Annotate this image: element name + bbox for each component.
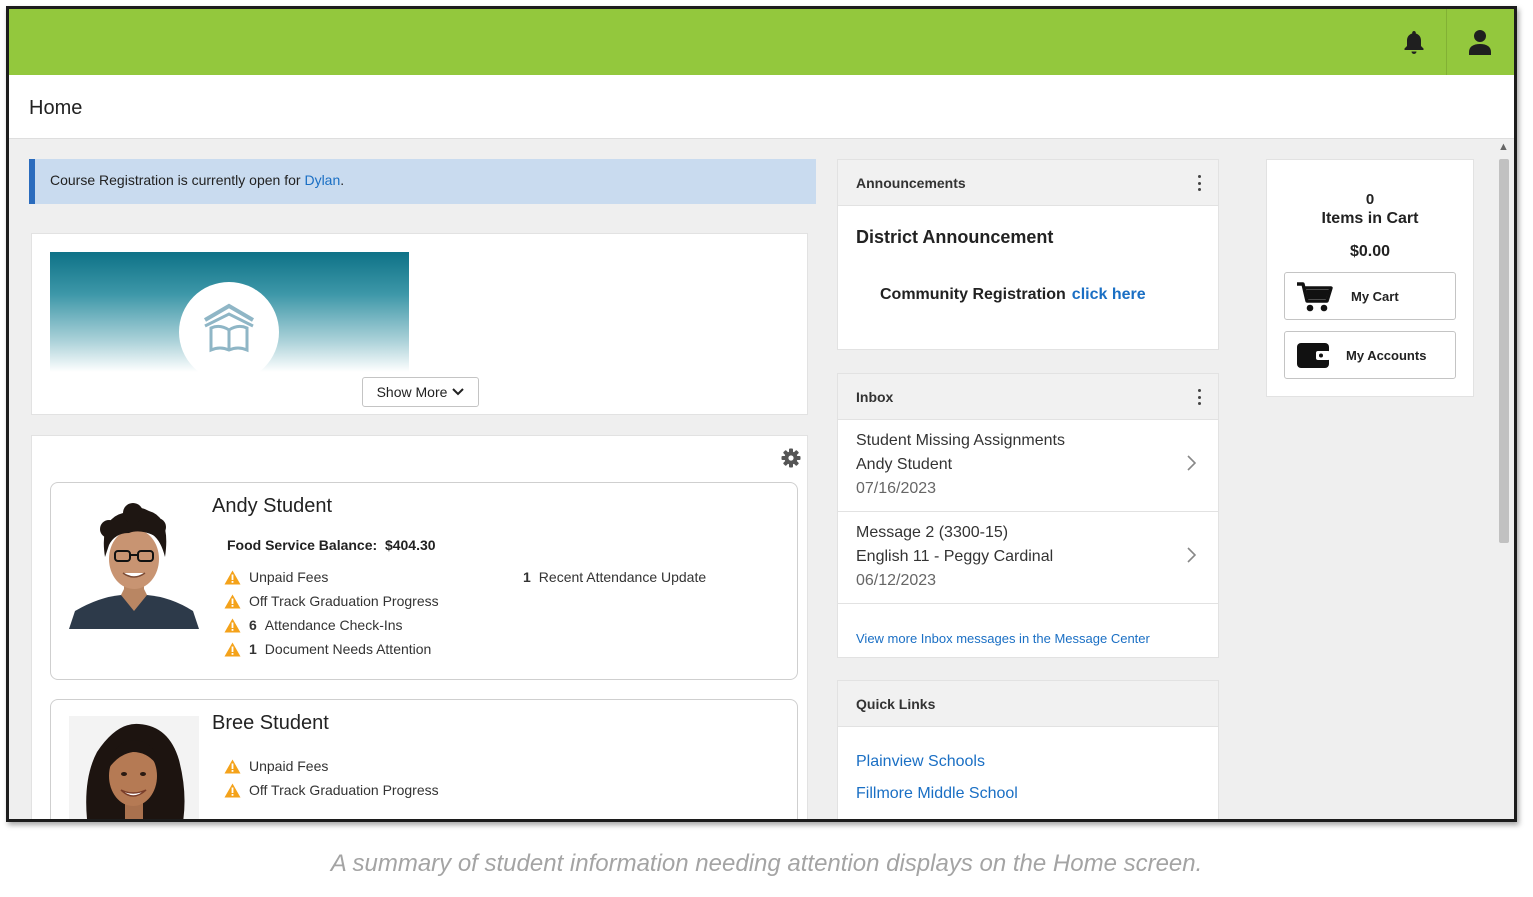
message-date: 06/12/2023 bbox=[856, 572, 937, 589]
quick-links-header-label: Quick Links bbox=[856, 696, 936, 712]
students-card: Andy Student Food Service Balance: $404.… bbox=[31, 435, 808, 819]
title-bar: Home bbox=[9, 75, 1514, 139]
warning-icon bbox=[224, 570, 241, 584]
app-window: Home ▲ Course Registration is currently … bbox=[6, 6, 1517, 822]
alert-text: Document Needs Attention bbox=[264, 641, 432, 657]
alert-text: Off Track Graduation Progress bbox=[249, 782, 439, 798]
registration-text: Course Registration is currently open fo… bbox=[50, 172, 345, 188]
message-detail: Andy Student bbox=[856, 456, 953, 473]
registration-banner: Course Registration is currently open fo… bbox=[29, 159, 816, 204]
cart-total: $0.00 bbox=[1349, 243, 1391, 260]
show-more-button[interactable]: Show More bbox=[362, 377, 479, 407]
notifications-button[interactable] bbox=[1381, 9, 1447, 75]
message-subject: Student Missing Assignments bbox=[856, 432, 1065, 449]
warning-icon bbox=[224, 594, 241, 608]
my-cart-label: My Cart bbox=[1351, 289, 1399, 304]
my-accounts-label: My Accounts bbox=[1346, 348, 1427, 363]
alert-text: Unpaid Fees bbox=[249, 569, 329, 585]
my-accounts-button[interactable]: My Accounts bbox=[1284, 331, 1456, 379]
scroll-up-icon[interactable]: ▲ bbox=[1498, 141, 1509, 153]
warning-icon bbox=[224, 759, 241, 773]
inbox-header: Inbox bbox=[838, 374, 1218, 420]
alert-count: 6 bbox=[249, 617, 257, 633]
student-card-andy[interactable]: Andy Student Food Service Balance: $404.… bbox=[50, 482, 798, 680]
shopping-cart-icon bbox=[1297, 282, 1333, 312]
inbox-card: Inbox Student Missing Assignments Andy S… bbox=[837, 373, 1219, 658]
student-avatar bbox=[69, 716, 199, 819]
warning-icon bbox=[224, 642, 241, 656]
student-name: Andy Student bbox=[212, 495, 333, 517]
book-house-icon bbox=[203, 303, 255, 353]
page-title: Home bbox=[29, 97, 83, 119]
wallet-icon bbox=[1297, 343, 1330, 368]
message-date: 07/16/2023 bbox=[856, 480, 937, 497]
more-options-icon[interactable] bbox=[1196, 173, 1202, 193]
top-bar bbox=[9, 9, 1514, 75]
quick-link-fillmore[interactable]: Fillmore Middle School bbox=[856, 785, 1018, 803]
inbox-message[interactable]: Student Missing Assignments Andy Student… bbox=[838, 420, 1218, 512]
announcements-header-label: Announcements bbox=[856, 175, 966, 191]
registration-student-link[interactable]: Dylan bbox=[304, 172, 340, 188]
warning-icon bbox=[224, 618, 241, 632]
announcements-card: Announcements District Announcement Comm… bbox=[837, 159, 1219, 350]
student-name: Bree Student bbox=[212, 712, 329, 734]
user-menu-button[interactable] bbox=[1446, 9, 1512, 75]
chevron-right-icon bbox=[1187, 547, 1196, 563]
scrollbar-thumb[interactable] bbox=[1499, 159, 1509, 543]
alert-unpaid-fees[interactable]: Unpaid Fees bbox=[224, 758, 328, 774]
community-registration-line: Community Registration click here bbox=[880, 286, 1146, 303]
cart-items-label: Items in Cart bbox=[1321, 210, 1419, 227]
alert-unpaid-fees[interactable]: Unpaid Fees bbox=[224, 569, 328, 585]
student-avatar bbox=[69, 499, 199, 629]
update-attendance[interactable]: 1 Recent Attendance Update bbox=[523, 569, 706, 585]
alert-text: Unpaid Fees bbox=[249, 758, 329, 774]
gear-icon[interactable] bbox=[781, 448, 801, 468]
view-more-messages-link[interactable]: View more Inbox messages in the Message … bbox=[856, 631, 1150, 646]
hero-banner-image bbox=[50, 252, 409, 372]
message-detail: English 11 - Peggy Cardinal bbox=[856, 548, 1054, 565]
more-options-icon[interactable] bbox=[1196, 387, 1202, 407]
announcements-header: Announcements bbox=[838, 160, 1218, 206]
hero-card: Show More bbox=[31, 233, 808, 415]
alert-count: 1 bbox=[249, 641, 257, 657]
message-subject: Message 2 (3300-15) bbox=[856, 524, 1009, 541]
alert-attendance-check-ins[interactable]: 6 Attendance Check-Ins bbox=[224, 617, 403, 633]
update-text: Recent Attendance Update bbox=[538, 569, 707, 585]
alert-off-track[interactable]: Off Track Graduation Progress bbox=[224, 782, 439, 798]
inbox-header-label: Inbox bbox=[856, 389, 894, 405]
update-count: 1 bbox=[523, 569, 531, 585]
announcement-title: District Announcement bbox=[856, 227, 1054, 247]
inbox-message[interactable]: Message 2 (3300-15) English 11 - Peggy C… bbox=[838, 512, 1218, 604]
quick-links-card: Quick Links Plainview Schools Fillmore M… bbox=[837, 680, 1219, 819]
quick-link-plainview[interactable]: Plainview Schools bbox=[856, 753, 985, 771]
user-icon bbox=[1468, 30, 1491, 55]
my-cart-button[interactable]: My Cart bbox=[1284, 272, 1456, 320]
alert-document[interactable]: 1 Document Needs Attention bbox=[224, 641, 431, 657]
chevron-right-icon bbox=[1187, 455, 1196, 471]
cart-card: 0 Items in Cart $0.00 My Cart My Account… bbox=[1266, 159, 1474, 397]
chevron-down-icon bbox=[452, 388, 465, 396]
vertical-scrollbar[interactable]: ▲ bbox=[1494, 139, 1514, 819]
alert-off-track[interactable]: Off Track Graduation Progress bbox=[224, 593, 439, 609]
show-more-label: Show More bbox=[376, 384, 448, 400]
hero-badge bbox=[179, 282, 279, 372]
community-registration-link[interactable]: click here bbox=[1072, 286, 1146, 303]
student-card-bree[interactable]: Bree Student Unpaid Fees Off Track Gradu… bbox=[50, 699, 798, 819]
cart-item-count: 0 bbox=[1365, 191, 1375, 208]
screenshot-caption: A summary of student information needing… bbox=[330, 850, 1203, 877]
bell-icon bbox=[1404, 31, 1424, 54]
warning-icon bbox=[224, 783, 241, 797]
alert-text: Attendance Check-Ins bbox=[264, 617, 403, 633]
food-service-balance: Food Service Balance: $404.30 bbox=[227, 537, 436, 553]
quick-links-header: Quick Links bbox=[838, 681, 1218, 727]
alert-text: Off Track Graduation Progress bbox=[249, 593, 439, 609]
